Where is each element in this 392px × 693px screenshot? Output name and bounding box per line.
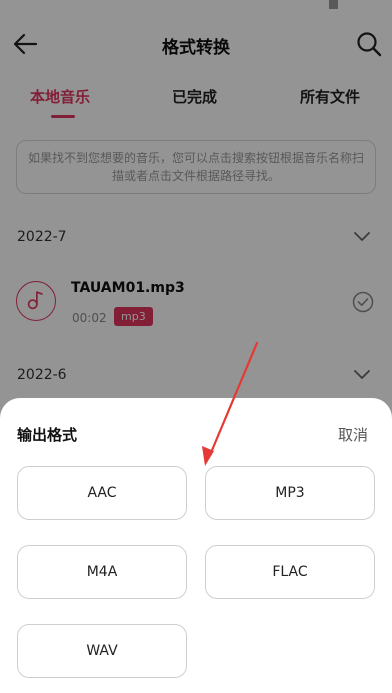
format-button-m4a[interactable]: M4A — [17, 545, 187, 599]
output-format-sheet: 输出格式 取消 AAC MP3 M4A FLAC WAV — [0, 398, 392, 693]
cancel-button[interactable]: 取消 — [338, 424, 368, 445]
format-button-flac[interactable]: FLAC — [205, 545, 375, 599]
format-button-mp3[interactable]: MP3 — [205, 466, 375, 520]
sheet-title: 输出格式 — [17, 426, 78, 444]
format-button-wav[interactable]: WAV — [17, 624, 187, 678]
format-button-aac[interactable]: AAC — [17, 466, 187, 520]
